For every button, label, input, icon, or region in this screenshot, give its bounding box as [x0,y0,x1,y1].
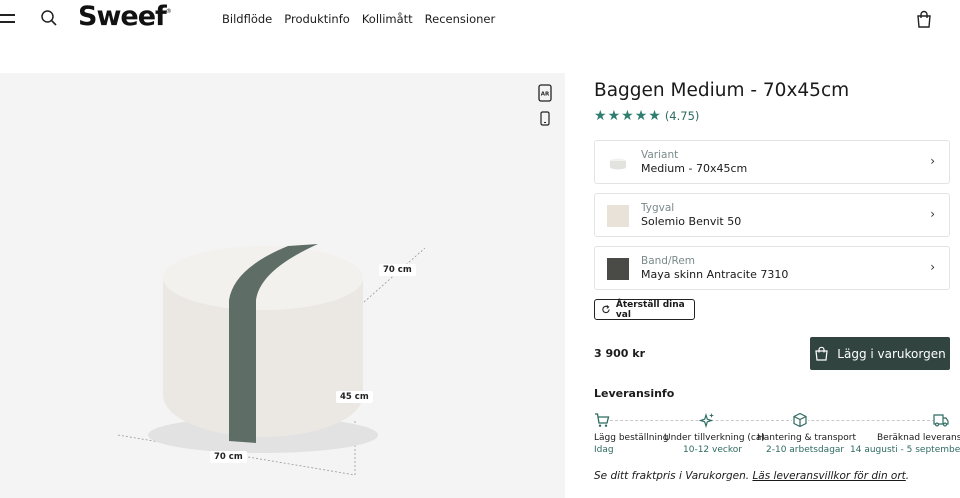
cart-icon [594,412,610,428]
chevron-right-icon: › [930,207,935,221]
sparkle-icon [699,412,715,428]
star-icon: ★ [634,108,648,124]
freight-text: Se ditt fraktpris i Varukorgen. [594,470,750,482]
dimension-width-label: 70 cm [210,451,247,463]
product-title: Baggen Medium - 70x45cm [594,80,850,101]
delivery-timeline [610,420,935,421]
menu-icon[interactable] [0,12,16,24]
product-rating[interactable]: ★ ★ ★ ★ ★ (4.75) [594,109,699,123]
delivery-title: Leveransinfo [594,387,675,400]
step-sub-transport: 2-10 arbetsdagar [766,445,845,455]
variant-thumbnail [607,152,629,174]
option-label: Tygval [641,202,675,214]
dimension-height-label: 45 cm [336,391,373,403]
delivery-terms-link[interactable]: Läs leveransvillkor för din ort [752,470,905,482]
add-to-cart-button[interactable]: Lägg i varukorgen [810,337,950,370]
step-sub-production: 10-12 veckor [683,445,742,455]
nav-item-bildflode[interactable]: Bildflöde [222,12,272,26]
truck-icon [933,412,949,428]
step-label-production: Under tillverkning (ca) [664,433,765,443]
star-icon: ★ [648,108,661,124]
shopping-bag-icon[interactable] [916,10,932,28]
star-icon: ★ [607,108,621,124]
star-icon: ★ [594,108,607,124]
site-header: Sweef® Bildflöde Produktinfo Kollimått R… [0,0,960,38]
step-sub-delivery: 14 augusti - 5 september [850,445,960,455]
reset-selections-button[interactable]: Återställ dina val [594,299,695,320]
option-value: Medium - 70x45cm [641,162,748,175]
nav-item-produktinfo[interactable]: Produktinfo [284,12,350,26]
reset-label: Återställ dina val [615,299,685,320]
option-label: Variant [641,149,679,161]
search-icon[interactable] [40,9,58,27]
ar-label: AR [541,92,550,98]
option-value: Solemio Benvit 50 [641,215,742,228]
star-icon: ★ [621,108,634,124]
strap-swatch [607,258,629,280]
product-price: 3 900 kr [594,347,646,360]
phone-view-icon[interactable] [540,111,550,126]
step-label-transport: Hantering & transport [757,433,856,443]
option-strap[interactable]: Band/Rem Maya skinn Antracite 7310 › [594,246,950,290]
option-fabric[interactable]: Tygval Solemio Benvit 50 › [594,193,950,237]
add-to-cart-label: Lägg i varukorgen [837,346,946,361]
logo[interactable]: Sweef® [78,1,172,32]
step-sub-order: Idag [594,445,614,455]
logo-trademark: ® [165,8,172,15]
rating-value[interactable]: (4.75) [665,109,700,123]
main-nav: Bildflöde Produktinfo Kollimått Recensio… [222,12,495,26]
fabric-swatch [607,205,629,227]
shopping-bag-icon [815,346,828,361]
chevron-right-icon: › [930,154,935,168]
step-label-delivery: Beräknad leverans [877,433,960,443]
nav-item-kollimatt[interactable]: Kollimått [362,12,413,26]
freight-info: Se ditt fraktpris i Varukorgen. Läs leve… [594,470,910,482]
step-label-order: Lägg beställning [594,433,669,443]
box-icon [792,412,808,428]
chevron-right-icon: › [930,260,935,274]
nav-item-recensioner[interactable]: Recensioner [425,12,496,26]
option-value: Maya skinn Antracite 7310 [641,268,789,281]
logo-text: Sweef [78,1,167,32]
refresh-icon [602,305,610,314]
ar-view-icon[interactable]: AR [538,84,552,102]
option-variant[interactable]: Variant Medium - 70x45cm › [594,140,950,184]
option-label: Band/Rem [641,255,696,267]
dimension-depth-label: 70 cm [379,264,416,276]
